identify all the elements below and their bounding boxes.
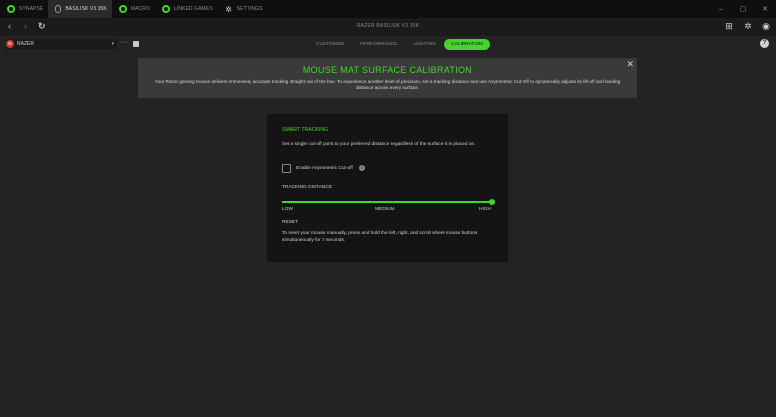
app-tab-bar: SYNAPSE BASILISK V3 35K MACRO LINKED GAM… xyxy=(0,0,776,18)
tab-macro-label: MACRO xyxy=(130,6,150,12)
tab-linked-games-label: LINKED GAMES xyxy=(173,6,213,12)
close-icon[interactable]: ✕ xyxy=(626,59,634,70)
tab-lighting[interactable]: LIGHTING xyxy=(405,39,444,50)
calibration-banner: MOUSE MAT SURFACE CALIBRATION Your Razer… xyxy=(138,58,637,98)
tab-macro[interactable]: MACRO xyxy=(112,0,155,18)
smart-tracking-panel: SMART TRACKING Set a single cut-off poin… xyxy=(267,114,508,262)
maximize-button[interactable]: ▢ xyxy=(732,0,754,18)
chevron-down-icon: ▾ xyxy=(111,41,114,47)
banner-title: MOUSE MAT SURFACE CALIBRATION xyxy=(302,65,473,75)
tab-settings-label: SETTINGS xyxy=(236,6,263,12)
gear-icon: ✲ xyxy=(225,4,233,14)
info-icon[interactable]: i xyxy=(359,165,365,171)
mouse-icon xyxy=(55,5,62,13)
tab-synapse-label: SYNAPSE xyxy=(19,6,44,12)
tab-device-label: BASILISK V3 35K xyxy=(65,6,107,12)
reset-description: To reset your mouse manually, press and … xyxy=(282,231,478,243)
profile-name: RAZER xyxy=(17,41,34,47)
window-controls: – ▢ ✕ xyxy=(710,0,776,18)
tab-customize[interactable]: CUSTOMIZE xyxy=(308,39,352,50)
synapse-logo-icon xyxy=(7,5,15,13)
save-icon[interactable] xyxy=(133,41,139,47)
banner-description: Your Razer gaming mouse delivers immense… xyxy=(154,79,621,90)
slider-label-medium: MEDIUM xyxy=(375,207,395,212)
grid-icon[interactable]: ⊞ xyxy=(724,21,734,31)
reset-heading: RESET xyxy=(282,220,298,225)
tab-performance[interactable]: PERFORMANCE xyxy=(352,39,405,50)
tab-synapse[interactable]: SYNAPSE xyxy=(0,0,48,18)
tracking-distance-label: TRACKING DISTANCE xyxy=(282,185,333,190)
device-subnav: ⊘ RAZER ▾ ··· CUSTOMIZE PERFORMANCE LIGH… xyxy=(0,36,776,52)
profile-icon[interactable]: ◉ xyxy=(761,21,771,31)
macro-icon xyxy=(118,5,127,13)
more-options-button[interactable]: ··· xyxy=(120,39,129,46)
tab-settings[interactable]: ✲ SETTINGS xyxy=(218,0,268,18)
slider-label-low: LOW xyxy=(282,207,293,212)
tracking-distance-slider[interactable] xyxy=(282,198,495,206)
tab-linked-games[interactable]: LINKED GAMES xyxy=(155,0,218,18)
help-icon[interactable]: ? xyxy=(760,39,769,48)
close-button[interactable]: ✕ xyxy=(754,0,776,18)
razer-synapse-window: SYNAPSE BASILISK V3 35K MACRO LINKED GAM… xyxy=(0,0,776,417)
tab-device[interactable]: BASILISK V3 35K xyxy=(48,0,112,18)
asymmetric-cutoff-checkbox[interactable] xyxy=(282,164,291,173)
navigation-bar: ‹ › ↻ RAZER BASILISK V3 35K ⊞ ✲ ◉ xyxy=(0,18,776,36)
smart-tracking-description: Set a single cut-off point to your prefe… xyxy=(282,142,476,147)
minimize-button[interactable]: – xyxy=(710,0,732,18)
slider-label-high: HIGH xyxy=(479,207,491,212)
tab-calibration[interactable]: CALIBRATION xyxy=(444,38,490,50)
smart-tracking-heading: SMART TRACKING xyxy=(282,127,329,133)
gear-icon[interactable]: ✲ xyxy=(743,21,753,31)
asymmetric-cutoff-label: Enable Asymmetric Cut-off xyxy=(296,166,353,171)
device-title: RAZER BASILISK V3 35K xyxy=(356,23,420,29)
razer-profile-icon: ⊘ xyxy=(6,40,14,48)
slider-fill xyxy=(282,201,492,203)
slider-thumb[interactable] xyxy=(489,199,495,205)
profile-dropdown[interactable]: ⊘ RAZER ▾ xyxy=(6,39,118,49)
linked-games-icon xyxy=(161,5,170,13)
device-tabs: CUSTOMIZE PERFORMANCE LIGHTING CALIBRATI… xyxy=(308,38,490,50)
